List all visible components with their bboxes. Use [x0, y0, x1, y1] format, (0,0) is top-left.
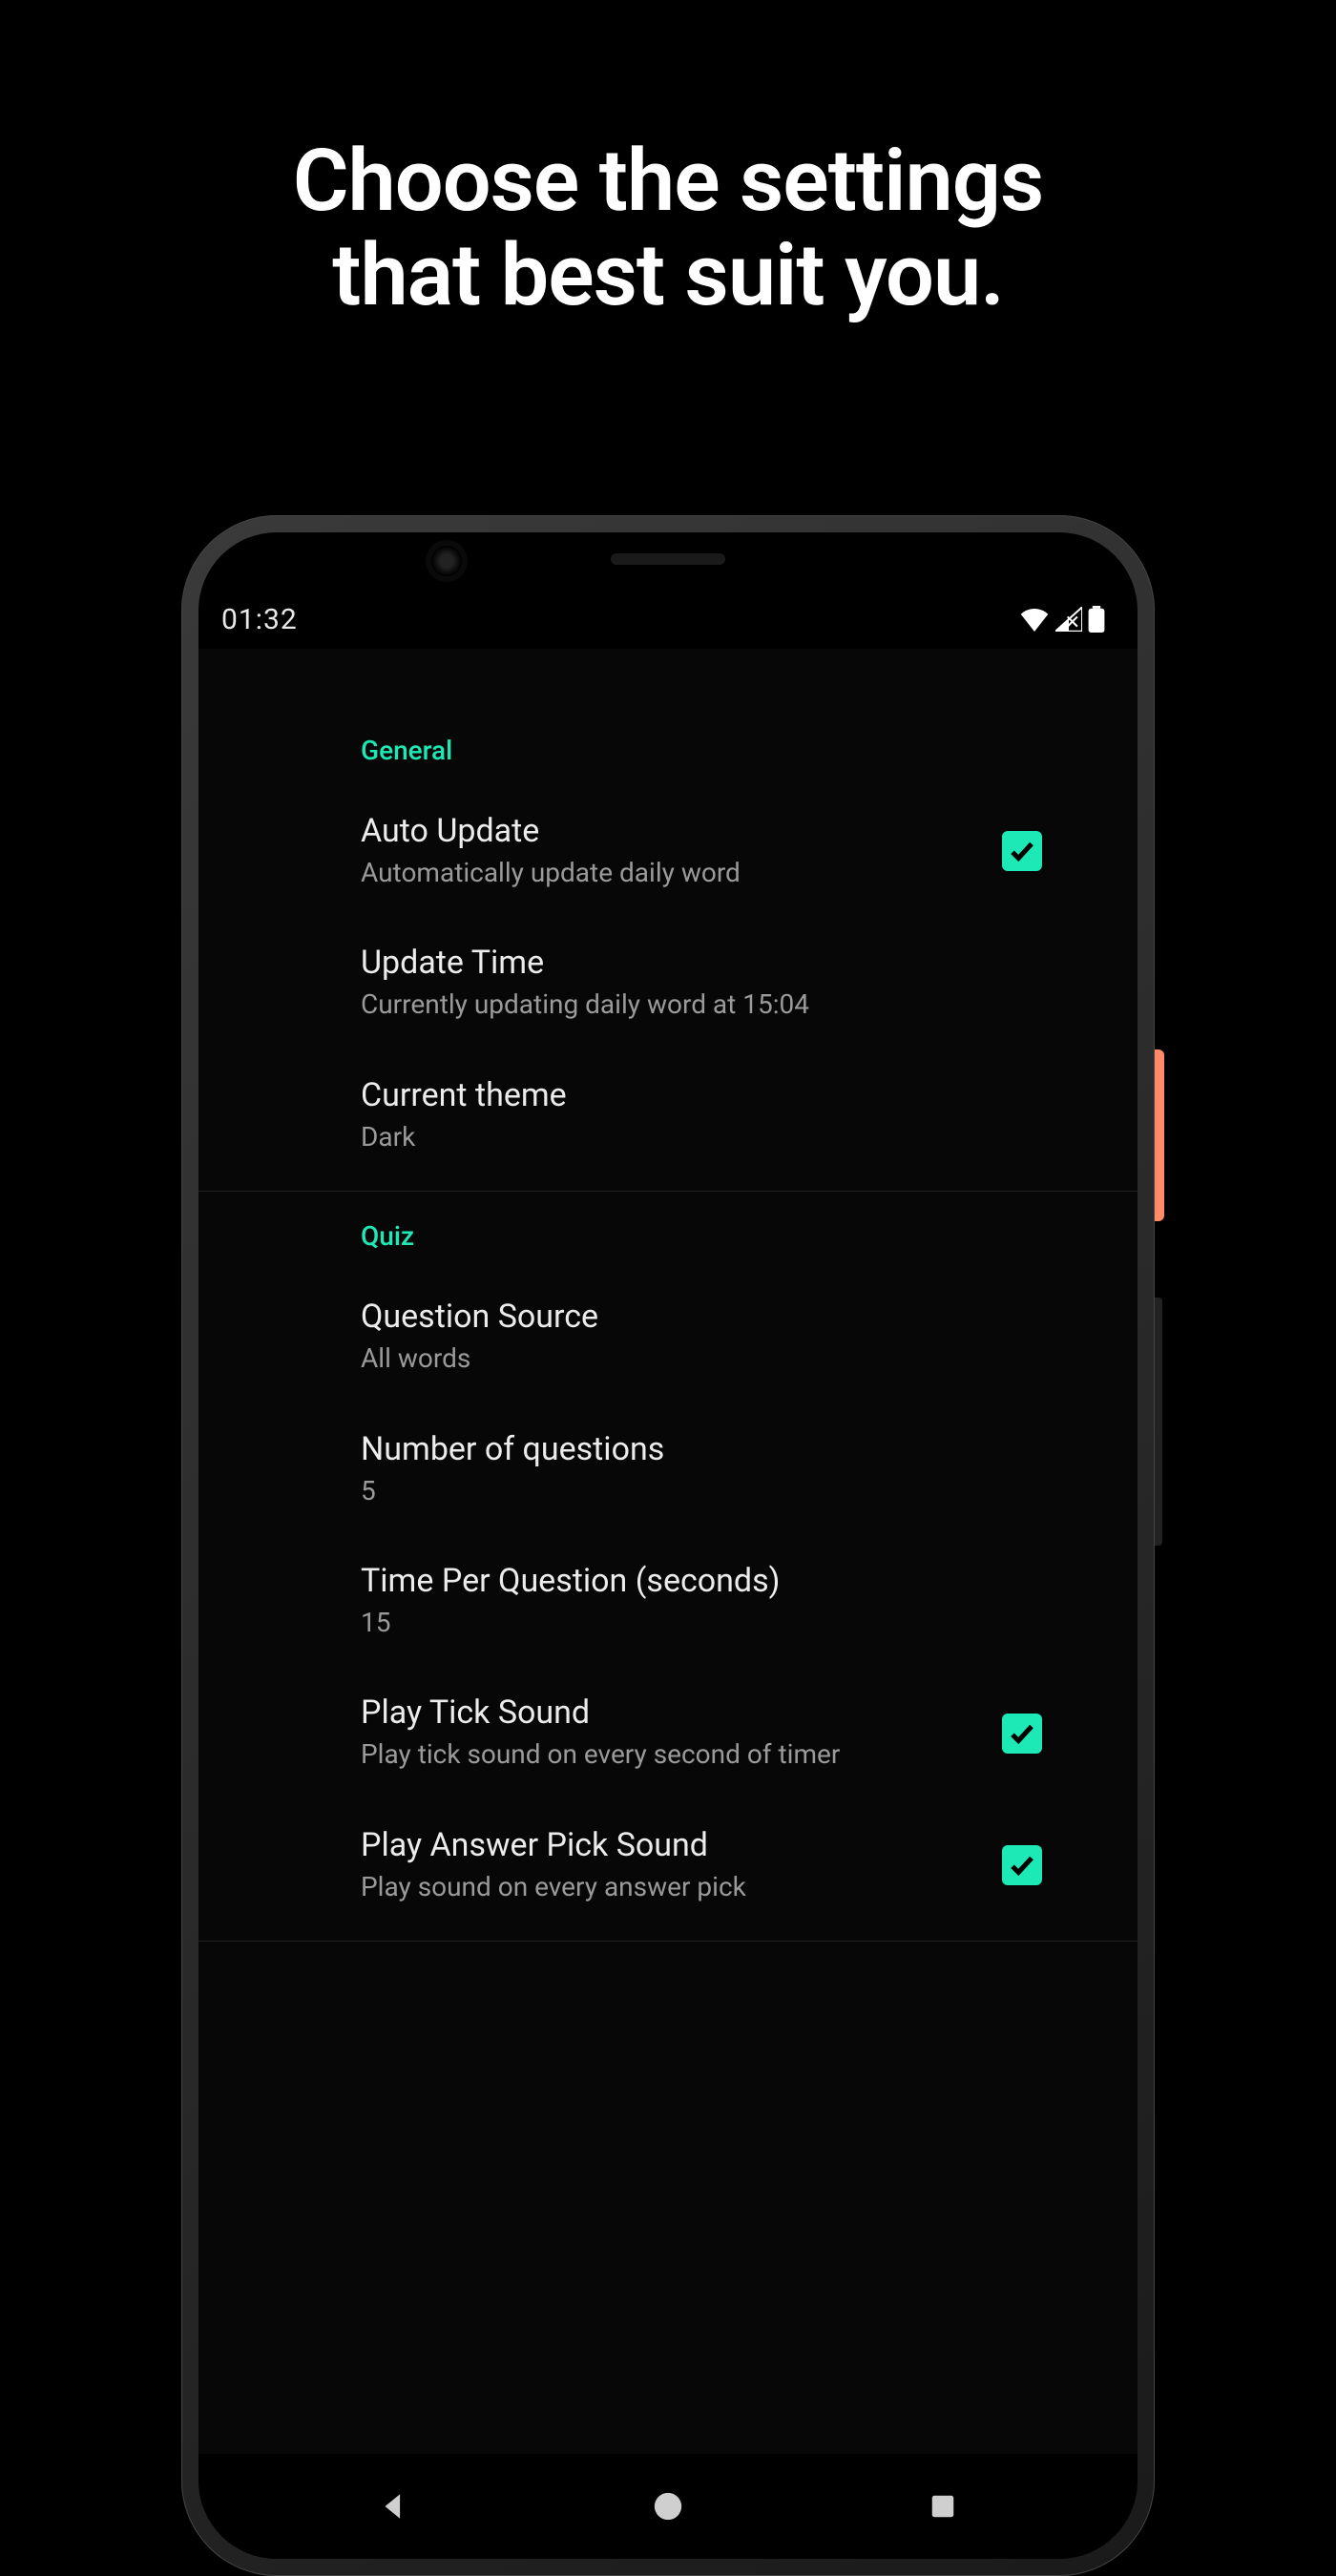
status-bar: 01:32	[198, 590, 1138, 649]
settings-content[interactable]: General Auto Update Automatically update…	[198, 649, 1138, 2454]
theme-sub: Dark	[361, 1120, 1099, 1154]
front-camera	[431, 546, 462, 576]
promo-line1: Choose the settings	[0, 134, 1336, 228]
row-theme[interactable]: Current theme Dark	[198, 1049, 1138, 1181]
nav-home-button[interactable]	[649, 2487, 687, 2525]
num-questions-sub: 5	[361, 1474, 1099, 1508]
status-time: 01:32	[221, 603, 298, 636]
row-question-source[interactable]: Question Source All words	[198, 1271, 1138, 1402]
nav-recent-button[interactable]	[924, 2487, 962, 2525]
theme-title: Current theme	[361, 1076, 1099, 1114]
section-divider-2	[198, 1941, 1138, 1942]
row-play-tick[interactable]: Play Tick Sound Play tick sound on every…	[198, 1667, 1138, 1798]
update-time-sub: Currently updating daily word at 15:04	[361, 987, 1099, 1022]
section-header-general: General	[198, 716, 1138, 785]
question-source-sub: All words	[361, 1341, 1099, 1376]
promo-headline: Choose the settings that best suit you.	[0, 134, 1336, 322]
auto-update-checkbox[interactable]	[1002, 831, 1042, 871]
row-time-per-question[interactable]: Time Per Question (seconds) 15	[198, 1535, 1138, 1667]
notch-row	[198, 532, 1138, 590]
phone-frame: 01:32	[181, 515, 1155, 2576]
auto-update-title: Auto Update	[361, 812, 973, 850]
battery-icon	[1088, 606, 1105, 633]
speaker-grille	[611, 553, 725, 565]
time-per-question-sub: 15	[361, 1606, 1099, 1640]
time-per-question-title: Time Per Question (seconds)	[361, 1562, 1099, 1600]
section-divider	[198, 1191, 1138, 1192]
play-tick-sub: Play tick sound on every second of timer	[361, 1737, 973, 1772]
play-tick-title: Play Tick Sound	[361, 1693, 973, 1732]
play-answer-sub: Play sound on every answer pick	[361, 1870, 973, 1904]
row-update-time[interactable]: Update Time Currently updating daily wor…	[198, 917, 1138, 1049]
status-icons	[1019, 606, 1105, 633]
section-header-quiz: Quiz	[198, 1201, 1138, 1271]
promo-line2: that best suit you.	[0, 228, 1336, 322]
auto-update-sub: Automatically update daily word	[361, 856, 973, 890]
play-tick-checkbox[interactable]	[1002, 1714, 1042, 1754]
row-auto-update[interactable]: Auto Update Automatically update daily w…	[198, 785, 1138, 917]
update-time-title: Update Time	[361, 944, 1099, 982]
row-play-answer[interactable]: Play Answer Pick Sound Play sound on eve…	[198, 1799, 1138, 1931]
phone-screen: 01:32	[198, 532, 1138, 2559]
nav-bar	[198, 2454, 1138, 2559]
nav-back-button[interactable]	[374, 2487, 412, 2525]
num-questions-title: Number of questions	[361, 1430, 1099, 1468]
question-source-title: Question Source	[361, 1298, 1099, 1336]
row-num-questions[interactable]: Number of questions 5	[198, 1403, 1138, 1535]
play-answer-title: Play Answer Pick Sound	[361, 1826, 973, 1864]
wifi-icon	[1019, 607, 1050, 632]
cellular-icon	[1055, 607, 1082, 632]
play-answer-checkbox[interactable]	[1002, 1845, 1042, 1885]
